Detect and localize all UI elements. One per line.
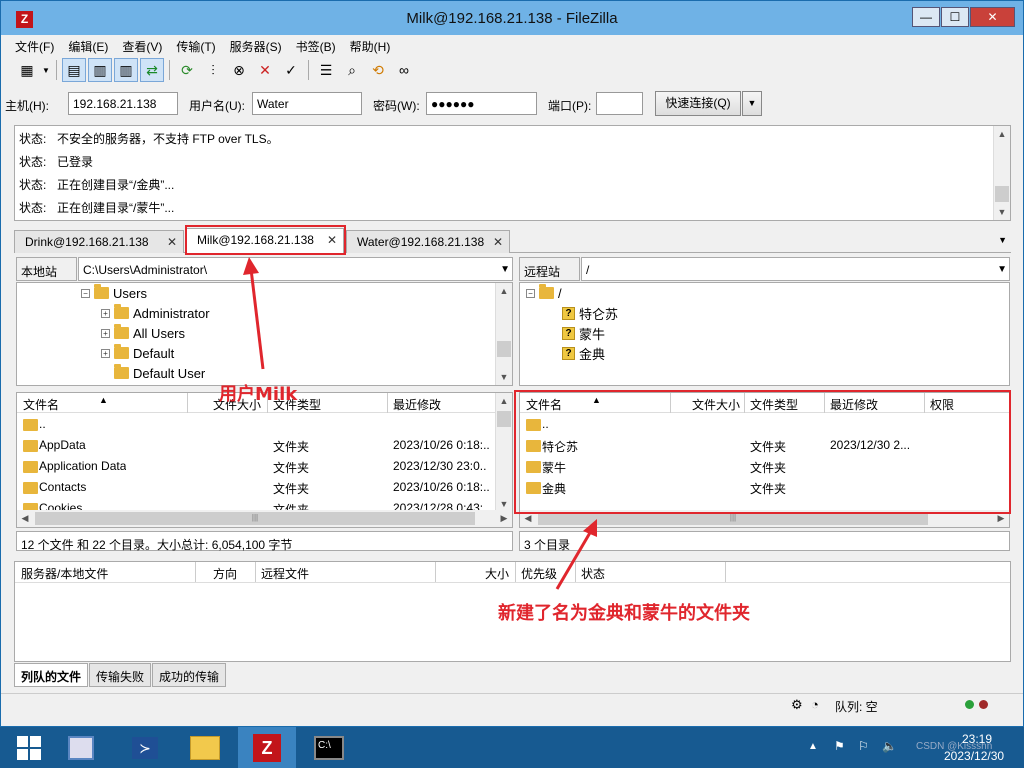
network-warning-icon[interactable]: ⚑ — [834, 739, 845, 753]
server-manager-icon[interactable] — [52, 727, 110, 768]
tray-chevron-icon[interactable]: ▲ — [808, 741, 818, 752]
annotation-user: 用户Milk — [219, 384, 298, 405]
annotation-folders: 新建了名为金典和蒙牛的文件夹 — [498, 603, 750, 624]
action-center-icon[interactable]: ⚐ — [858, 739, 869, 753]
file-explorer-icon[interactable] — [176, 727, 234, 768]
start-button[interactable] — [0, 727, 58, 768]
clock-time[interactable]: 23:19 — [962, 732, 992, 746]
command-prompt-icon[interactable]: C:\ — [300, 727, 358, 768]
taskbar: ≻ Z C:\ ▲ ⚑ ⚐ 🔈 CSDN @Kissshn 23:19 2023… — [0, 727, 1024, 768]
volume-muted-icon[interactable]: 🔈 — [882, 739, 897, 753]
filezilla-window: Z Milk@192.168.21.138 - FileZilla — ☐ ✕ … — [0, 0, 1024, 727]
clock-date[interactable]: 2023/12/30 — [944, 749, 1004, 763]
filezilla-taskbar-icon[interactable]: Z — [238, 727, 296, 768]
powershell-icon[interactable]: ≻ — [116, 727, 174, 768]
